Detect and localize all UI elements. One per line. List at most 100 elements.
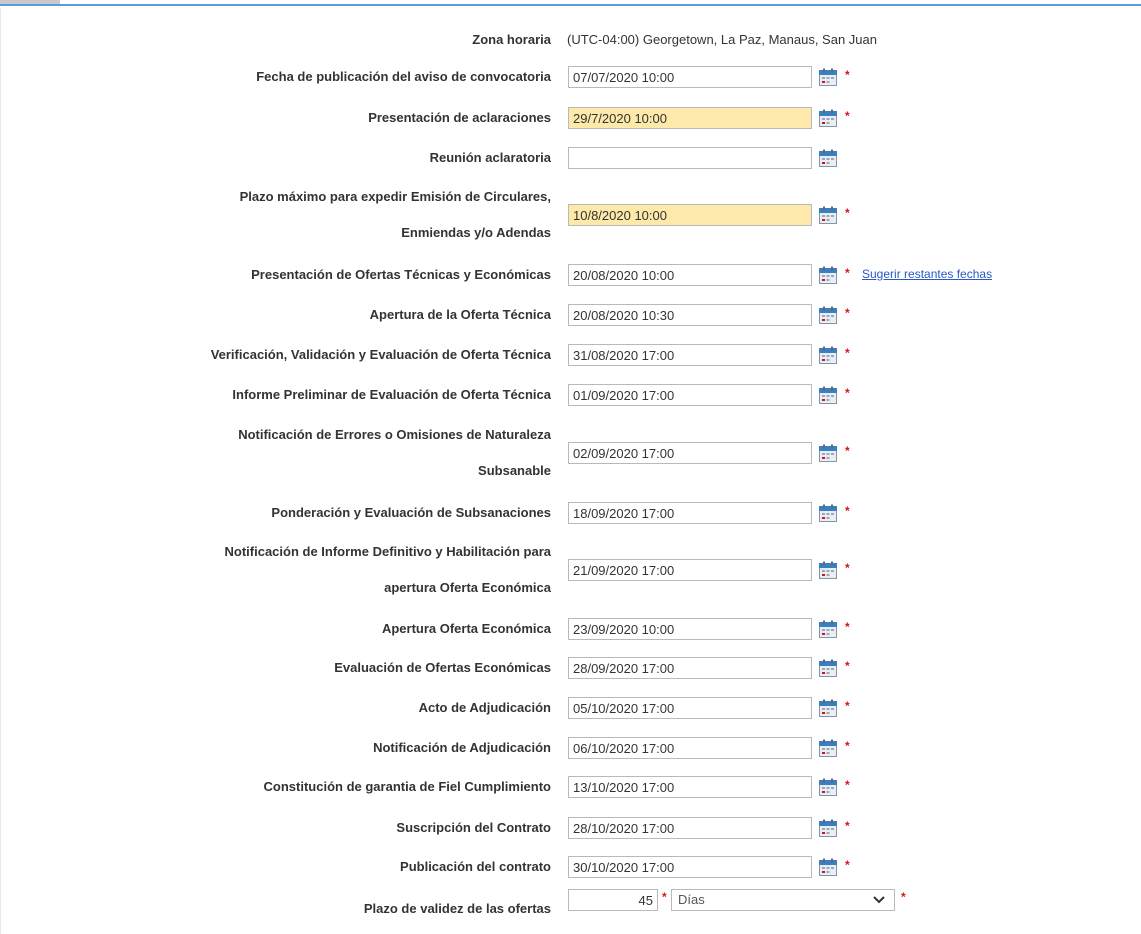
required-marker: * — [845, 739, 850, 753]
field-label-line: Presentación de Ofertas Técnicas y Econó… — [251, 267, 551, 282]
timezone-label: Zona horaria — [472, 32, 551, 47]
field-label-line: Notificación de Informe Definitivo y Hab… — [224, 544, 552, 559]
calendar-icon[interactable] — [819, 109, 837, 127]
required-marker: * — [845, 504, 850, 518]
date-input[interactable] — [568, 817, 812, 839]
suggest-dates-link[interactable]: Sugerir restantes fechas — [862, 267, 992, 281]
calendar-icon[interactable] — [819, 266, 837, 284]
panel-border-line — [0, 4, 1141, 6]
field-label-line: Subsanable — [478, 463, 551, 478]
calendar-icon[interactable] — [819, 620, 837, 638]
field-label: Informe Preliminar de Evaluación de Ofer… — [31, 385, 551, 405]
date-input[interactable] — [568, 66, 812, 88]
validity-unit-select[interactable]: Días — [671, 889, 895, 911]
field-label: Acto de Adjudicación — [31, 698, 551, 718]
date-input[interactable] — [568, 384, 812, 406]
validity-unit-value: Días — [678, 892, 705, 907]
field-label: Presentación de aclaraciones — [31, 108, 551, 128]
required-marker: * — [845, 561, 850, 575]
required-marker: * — [845, 444, 850, 458]
required-marker: * — [845, 699, 850, 713]
date-input[interactable] — [568, 776, 812, 798]
date-input[interactable] — [568, 264, 812, 286]
field-label: Presentación de Ofertas Técnicas y Econó… — [31, 265, 551, 285]
timezone-value: (UTC-04:00) Georgetown, La Paz, Manaus, … — [567, 32, 877, 47]
date-input[interactable] — [568, 204, 812, 226]
field-label: Apertura de la Oferta Técnica — [31, 305, 551, 325]
field-label-line: apertura Oferta Económica — [384, 580, 551, 595]
required-marker: * — [845, 346, 850, 360]
date-input[interactable] — [568, 304, 812, 326]
required-marker: * — [845, 819, 850, 833]
field-label-line: Acto de Adjudicación — [418, 700, 551, 715]
field-label-line: Notificación de Errores o Omisiones de N… — [238, 427, 551, 442]
calendar-icon[interactable] — [819, 819, 837, 837]
date-input[interactable] — [568, 657, 812, 679]
validity-label: Plazo de validez de las ofertas — [363, 901, 551, 916]
field-label-line: Publicación del contrato — [400, 859, 551, 874]
date-input[interactable] — [568, 107, 812, 129]
field-label-line: Presentación de aclaraciones — [368, 110, 551, 125]
field-label: Notificación de Informe Definitivo y Hab… — [31, 534, 552, 606]
calendar-icon[interactable] — [819, 444, 837, 462]
field-label: Fecha de publicación del aviso de convoc… — [31, 67, 551, 87]
required-marker: * — [845, 858, 850, 872]
required-marker: * — [845, 306, 850, 320]
date-input[interactable] — [568, 442, 812, 464]
field-label-line: Notificación de Adjudicación — [373, 740, 551, 755]
field-label-line: Reunión aclaratoria — [429, 150, 551, 165]
calendar-icon[interactable] — [819, 68, 837, 86]
field-label-line: Suscripción del Contrato — [396, 820, 551, 835]
field-label: Constitución de garantia de Fiel Cumplim… — [31, 777, 551, 797]
field-label: Suscripción del Contrato — [31, 818, 551, 838]
required-marker: * — [901, 890, 906, 904]
calendar-icon[interactable] — [819, 699, 837, 717]
calendar-icon[interactable] — [819, 206, 837, 224]
required-marker: * — [845, 659, 850, 673]
calendar-icon[interactable] — [819, 386, 837, 404]
field-label-line: Apertura Oferta Económica — [381, 621, 551, 636]
date-input[interactable] — [568, 697, 812, 719]
required-marker: * — [845, 68, 850, 82]
field-label-line: Plazo máximo para expedir Emisión de Cir… — [239, 189, 551, 204]
field-label-line: Ponderación y Evaluación de Subsanacione… — [271, 505, 551, 520]
field-label: Publicación del contrato — [31, 857, 551, 877]
date-input[interactable] — [568, 737, 812, 759]
field-label: Notificación de Errores o Omisiones de N… — [31, 417, 551, 489]
required-marker: * — [845, 620, 850, 634]
validity-days-input[interactable] — [568, 889, 658, 911]
date-input[interactable] — [568, 559, 812, 581]
date-input[interactable] — [568, 344, 812, 366]
field-label-line: Verificación, Validación y Evaluación de… — [210, 347, 551, 362]
required-marker: * — [845, 206, 850, 220]
required-marker: * — [845, 386, 850, 400]
date-input[interactable] — [568, 147, 812, 169]
field-label-line: Apertura de la Oferta Técnica — [369, 307, 551, 322]
field-label: Plazo máximo para expedir Emisión de Cir… — [31, 179, 551, 251]
chevron-down-icon — [872, 893, 886, 913]
calendar-icon[interactable] — [819, 149, 837, 167]
calendar-icon[interactable] — [819, 858, 837, 876]
calendar-icon[interactable] — [819, 346, 837, 364]
calendar-icon[interactable] — [819, 504, 837, 522]
field-label-line: Evaluación de Ofertas Económicas — [334, 660, 551, 675]
required-marker: * — [845, 778, 850, 792]
required-marker: * — [845, 109, 850, 123]
field-label-line: Informe Preliminar de Evaluación de Ofer… — [232, 387, 551, 402]
panel-left-border — [0, 8, 1, 934]
calendar-icon[interactable] — [819, 659, 837, 677]
field-label: Notificación de Adjudicación — [31, 738, 551, 758]
required-marker: * — [845, 266, 850, 280]
date-input[interactable] — [568, 618, 812, 640]
field-label: Apertura Oferta Económica — [31, 619, 551, 639]
field-label: Reunión aclaratoria — [31, 148, 551, 168]
panel-top-border — [0, 0, 1141, 8]
calendar-icon[interactable] — [819, 739, 837, 757]
calendar-icon[interactable] — [819, 561, 837, 579]
calendar-icon[interactable] — [819, 778, 837, 796]
field-label-line: Constitución de garantia de Fiel Cumplim… — [263, 779, 551, 794]
field-label-line: Fecha de publicación del aviso de convoc… — [256, 69, 551, 84]
date-input[interactable] — [568, 502, 812, 524]
date-input[interactable] — [568, 856, 812, 878]
calendar-icon[interactable] — [819, 306, 837, 324]
